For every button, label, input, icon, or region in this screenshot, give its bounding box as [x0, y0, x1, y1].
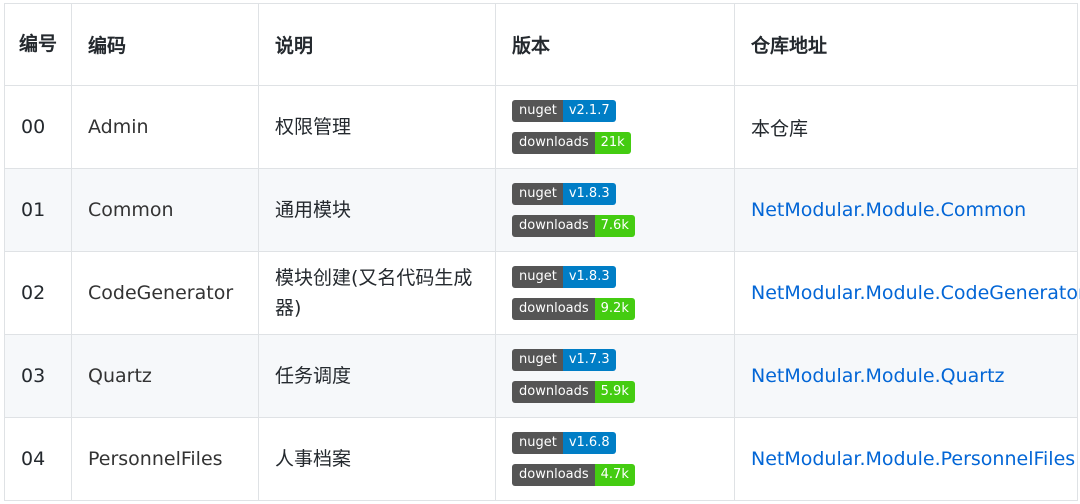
- downloads-badge-value: 7.6k: [594, 215, 635, 237]
- row-code: Quartz: [71, 334, 259, 418]
- row-desc: 任务调度: [258, 334, 496, 418]
- row-repo: NetModular.Module.Common: [734, 168, 1078, 252]
- nuget-badge[interactable]: nuget v1.7.3: [512, 349, 616, 371]
- row-code: CodeGenerator: [71, 251, 259, 335]
- repo-link[interactable]: NetModular.Module.PersonnelFiles: [751, 448, 1075, 470]
- row-repo: 本仓库: [734, 85, 1078, 169]
- table-row: 00 Admin 权限管理 nuget v2.1.7 downloads 21k…: [4, 85, 1078, 169]
- table-header-row: 编号 编码 说明 版本 仓库地址: [4, 3, 1078, 86]
- downloads-badge-label: downloads: [512, 215, 595, 237]
- row-version: nuget v1.6.8 downloads 4.7k: [495, 417, 735, 501]
- nuget-badge-value: v1.8.3: [562, 183, 616, 205]
- nuget-badge-label: nuget: [512, 432, 563, 454]
- downloads-badge-label: downloads: [512, 132, 595, 154]
- nuget-badge-value: v2.1.7: [562, 100, 616, 122]
- downloads-badge[interactable]: downloads 4.7k: [512, 464, 635, 486]
- table-row: 02 CodeGenerator 模块创建(又名代码生成器) nuget v1.…: [4, 251, 1080, 335]
- nuget-badge-label: nuget: [512, 183, 563, 205]
- row-code: Admin: [71, 85, 259, 169]
- downloads-badge-value: 9.2k: [594, 298, 635, 320]
- nuget-badge-label: nuget: [512, 100, 563, 122]
- nuget-badge-label: nuget: [512, 266, 563, 288]
- downloads-badge-label: downloads: [512, 298, 595, 320]
- downloads-badge[interactable]: downloads 7.6k: [512, 215, 635, 237]
- row-repo: NetModular.Module.CodeGenerator: [734, 251, 1080, 335]
- table-row: 04 PersonnelFiles 人事档案 nuget v1.6.8 down…: [4, 417, 1078, 501]
- downloads-badge-label: downloads: [512, 464, 595, 486]
- row-desc: 通用模块: [258, 168, 496, 252]
- row-repo: NetModular.Module.PersonnelFiles: [734, 417, 1078, 501]
- nuget-badge[interactable]: nuget v1.8.3: [512, 266, 616, 288]
- header-repo: 仓库地址: [734, 3, 1078, 86]
- row-desc: 模块创建(又名代码生成器): [258, 251, 496, 335]
- repo-link[interactable]: NetModular.Module.Common: [751, 199, 1026, 221]
- row-no: 03: [4, 334, 72, 418]
- downloads-badge-label: downloads: [512, 381, 595, 403]
- nuget-badge-value: v1.7.3: [562, 349, 616, 371]
- modules-table: 编号 编码 说明 版本 仓库地址 00 Admin 权限管理 nuget v2.…: [4, 3, 1080, 501]
- row-code: PersonnelFiles: [71, 417, 259, 501]
- row-version: nuget v1.8.3 downloads 9.2k: [495, 251, 735, 335]
- downloads-badge[interactable]: downloads 21k: [512, 132, 631, 154]
- row-version: nuget v1.7.3 downloads 5.9k: [495, 334, 735, 418]
- downloads-badge-value: 5.9k: [594, 381, 635, 403]
- repo-link[interactable]: NetModular.Module.Quartz: [751, 365, 1005, 387]
- row-no: 00: [4, 85, 72, 169]
- nuget-badge[interactable]: nuget v1.8.3: [512, 183, 616, 205]
- nuget-badge-label: nuget: [512, 349, 563, 371]
- header-desc: 说明: [258, 3, 496, 86]
- downloads-badge-value: 21k: [594, 132, 631, 154]
- header-no: 编号: [4, 3, 72, 86]
- downloads-badge-value: 4.7k: [594, 464, 635, 486]
- nuget-badge[interactable]: nuget v2.1.7: [512, 100, 616, 122]
- header-version: 版本: [495, 3, 735, 86]
- header-code: 编码: [71, 3, 259, 86]
- row-code: Common: [71, 168, 259, 252]
- row-no: 01: [4, 168, 72, 252]
- row-repo: NetModular.Module.Quartz: [734, 334, 1078, 418]
- nuget-badge[interactable]: nuget v1.6.8: [512, 432, 616, 454]
- row-version: nuget v2.1.7 downloads 21k: [495, 85, 735, 169]
- row-version: nuget v1.8.3 downloads 7.6k: [495, 168, 735, 252]
- downloads-badge[interactable]: downloads 5.9k: [512, 381, 635, 403]
- row-desc: 权限管理: [258, 85, 496, 169]
- row-desc: 人事档案: [258, 417, 496, 501]
- nuget-badge-value: v1.6.8: [562, 432, 616, 454]
- row-no: 04: [4, 417, 72, 501]
- downloads-badge[interactable]: downloads 9.2k: [512, 298, 635, 320]
- table-row: 01 Common 通用模块 nuget v1.8.3 downloads 7.…: [4, 168, 1078, 252]
- repo-link[interactable]: NetModular.Module.CodeGenerator: [751, 282, 1080, 304]
- table-row: 03 Quartz 任务调度 nuget v1.7.3 downloads 5.…: [4, 334, 1078, 418]
- nuget-badge-value: v1.8.3: [562, 266, 616, 288]
- row-no: 02: [4, 251, 72, 335]
